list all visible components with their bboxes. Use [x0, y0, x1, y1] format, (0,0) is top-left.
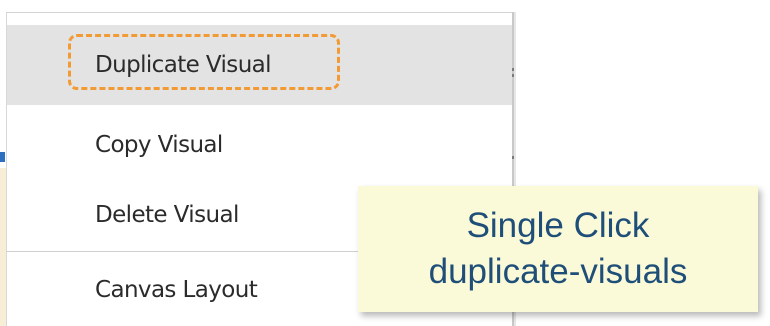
screenshot-stage: Duplicate Visual Copy Visual Delete Visu… — [0, 0, 770, 326]
menu-item-label: Copy Visual — [95, 132, 223, 158]
menu-item-label: Canvas Layout — [95, 277, 258, 303]
menu-edge-tick — [512, 74, 514, 77]
background-edge-mark — [0, 152, 5, 162]
callout-note: Single Click duplicate-visuals — [358, 186, 758, 312]
menu-edge-tick — [512, 68, 514, 71]
callout-line-2: duplicate-visuals — [428, 252, 688, 291]
callout-line-1: Single Click — [466, 206, 650, 245]
menu-edge-tick — [512, 156, 514, 159]
menu-item-label: Duplicate Visual — [95, 52, 272, 78]
menu-item-duplicate-visual[interactable]: Duplicate Visual — [7, 25, 512, 105]
menu-item-copy-visual[interactable]: Copy Visual — [7, 105, 512, 185]
menu-item-label: Delete Visual — [95, 202, 239, 228]
